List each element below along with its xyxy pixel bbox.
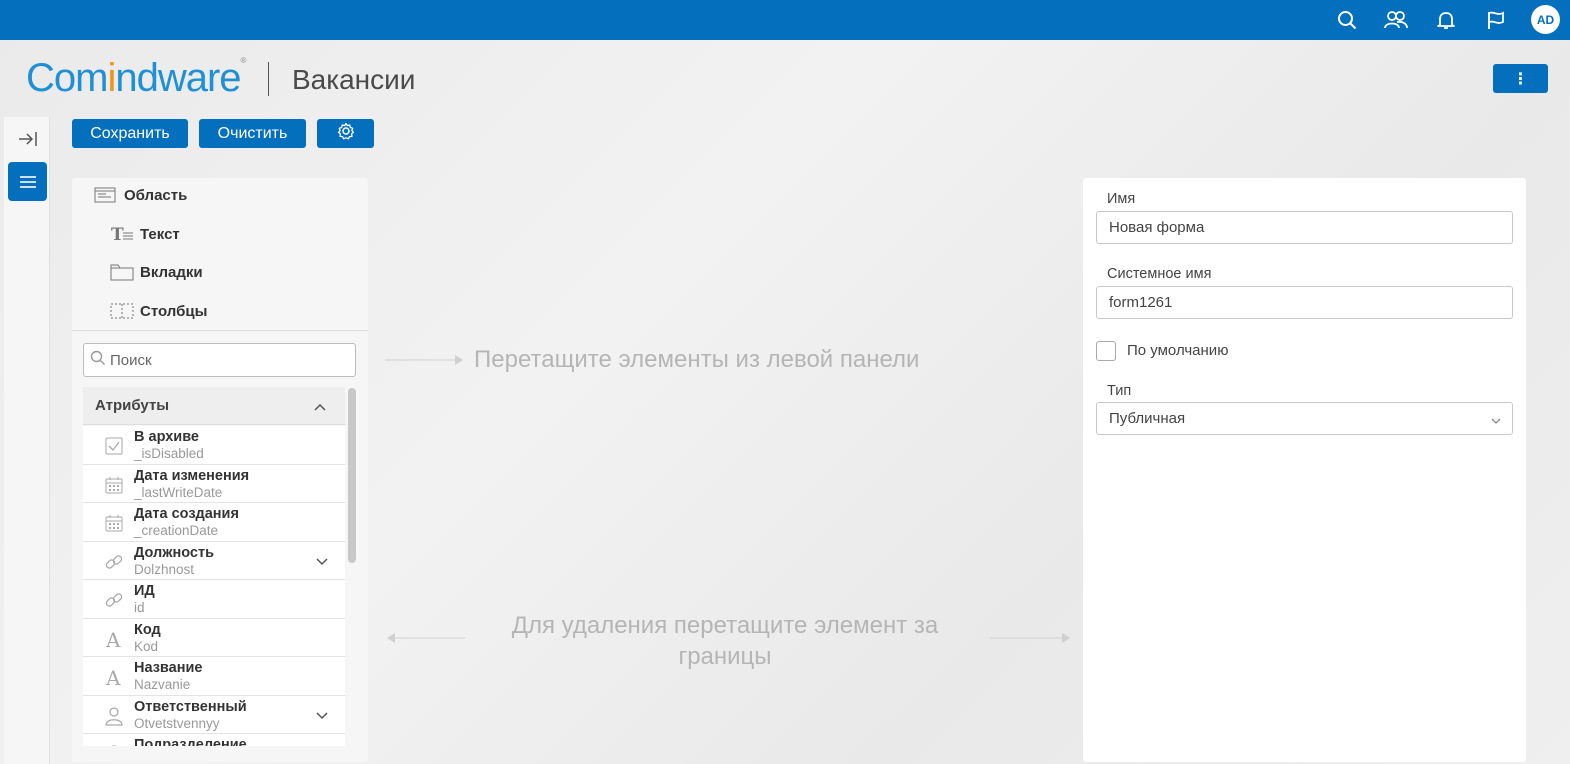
attribute-system-name: Kod (134, 638, 159, 654)
attributes-header-label: Атрибуты (95, 397, 170, 414)
svg-text:A: A (105, 667, 121, 687)
type-select-value: Публичная (1109, 410, 1186, 427)
text-a-icon: A (103, 628, 125, 650)
name-field[interactable]: Новая форма (1096, 211, 1513, 244)
structure-item-area[interactable]: Область (94, 186, 187, 204)
calendar-icon (103, 512, 125, 534)
menu-icon[interactable] (8, 162, 47, 201)
default-checkbox-label: По умолчанию (1127, 342, 1229, 359)
attribute-system-name: Otvetstvennyy (134, 715, 220, 731)
attribute-system-name: _isDisabled (134, 446, 204, 461)
avatar[interactable]: AD (1531, 5, 1560, 34)
attribute-name: Название (134, 660, 203, 676)
attribute-name: ИД (134, 583, 155, 599)
arrow-left-icon (387, 633, 465, 643)
users-icon[interactable] (1383, 7, 1409, 33)
attribute-name: В архиве (134, 429, 199, 445)
attribute-system-name: _lastWriteDate (134, 484, 223, 500)
attributes-list: В архиве _isDisabled Дата изменения _las… (83, 426, 345, 746)
type-select[interactable]: Публичная (1096, 402, 1513, 435)
attribute-name: Дата создания (134, 506, 239, 522)
type-label: Тип (1107, 383, 1132, 399)
arrow-right-icon (385, 355, 463, 365)
list-item[interactable]: Подразделение (83, 734, 345, 746)
text-icon: T (110, 225, 134, 243)
svg-text:T: T (111, 225, 124, 243)
system-name-field[interactable]: form1261 (1096, 286, 1513, 319)
collapse-sidebar-icon[interactable] (16, 127, 40, 151)
search-icon (90, 350, 106, 371)
attribute-name: Должность (134, 544, 214, 561)
more-menu-button[interactable]: ⋮ (1493, 64, 1548, 93)
drop-hint: Перетащите элементы из левой панели (474, 346, 920, 373)
flag-icon[interactable] (1483, 7, 1509, 33)
elements-panel: Область T Текст Вкладки Столбцы Атрибуты (72, 178, 368, 762)
calendar-icon (103, 474, 125, 496)
search-box[interactable] (83, 343, 356, 377)
save-button[interactable]: Сохранить (72, 119, 188, 148)
left-rail (4, 117, 50, 764)
list-item[interactable]: A Код Kod (83, 618, 345, 657)
link-icon (103, 589, 125, 611)
list-item[interactable]: A Название Nazvanie (83, 657, 345, 696)
comindware-logo: Comindware® (26, 56, 246, 100)
user-icon (103, 743, 125, 746)
bell-icon[interactable] (1433, 7, 1459, 33)
delete-hint: Для удаления перетащите элемент за грани… (511, 612, 939, 670)
user-icon (103, 705, 125, 727)
default-checkbox[interactable] (1096, 341, 1116, 361)
chevron-down-icon[interactable] (315, 708, 329, 726)
search-icon[interactable] (1334, 7, 1360, 33)
tabs-icon (110, 263, 134, 281)
top-bar: AD (0, 0, 1570, 40)
page-title: Вакансии (292, 64, 416, 95)
search-input[interactable] (110, 351, 350, 369)
structure-item-columns[interactable]: Столбцы (110, 302, 207, 320)
checkbox-icon (103, 435, 125, 457)
columns-icon (110, 302, 134, 320)
settings-button[interactable] (317, 119, 374, 148)
attribute-system-name: _creationDate (134, 523, 219, 538)
clear-button[interactable]: Очистить (199, 119, 306, 148)
structure-item-text[interactable]: T Текст (110, 225, 180, 243)
attributes-scrollbar[interactable] (348, 388, 356, 563)
attribute-name: Ответственный (134, 698, 247, 715)
list-item[interactable]: Дата создания _creationDate (83, 503, 345, 542)
list-item[interactable]: Должность Dolzhnost (83, 541, 345, 580)
attribute-name: Дата изменения (134, 467, 250, 484)
attributes-header[interactable]: Атрибуты (83, 387, 345, 425)
arrow-right-icon (990, 633, 1070, 643)
structure-item-tabs[interactable]: Вкладки (110, 263, 203, 281)
form-properties-panel: Имя Новая форма Системное имя form1261 П… (1083, 178, 1526, 762)
attribute-name: Подразделение (134, 737, 247, 746)
attribute-system-name: Nazvanie (134, 677, 191, 692)
chevron-up-icon[interactable] (313, 399, 327, 416)
text-a-icon: A (103, 666, 125, 688)
attribute-name: Код (134, 621, 161, 638)
list-item[interactable]: ИД id (83, 580, 345, 619)
chevron-down-icon (1490, 413, 1502, 430)
list-item[interactable]: Ответственный Otvetstvennyy (83, 695, 345, 734)
list-item[interactable]: Дата изменения _lastWriteDate (83, 464, 345, 503)
divider (72, 330, 368, 331)
system-name-label: Системное имя (1107, 266, 1212, 282)
logo-divider (268, 62, 269, 96)
chevron-down-icon[interactable] (315, 554, 329, 572)
name-label: Имя (1107, 191, 1136, 207)
link-icon (103, 551, 125, 573)
list-item[interactable]: В архиве _isDisabled (83, 426, 345, 465)
gear-icon (337, 122, 355, 145)
svg-text:A: A (105, 629, 121, 649)
area-icon (94, 186, 118, 204)
attribute-system-name: id (134, 600, 145, 615)
attribute-system-name: Dolzhnost (134, 561, 195, 577)
